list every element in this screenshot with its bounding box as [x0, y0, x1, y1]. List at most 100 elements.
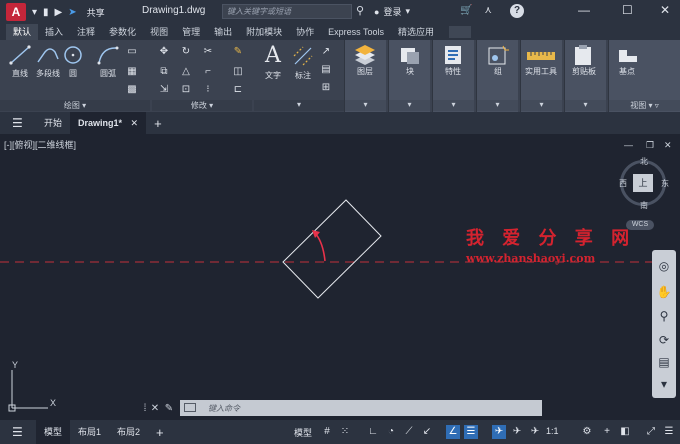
zoom-icon[interactable]: ⚲: [656, 308, 672, 324]
utilities-panel[interactable]: 实用工具 ▾: [520, 40, 562, 112]
snap-icon[interactable]: ⁙: [338, 425, 352, 439]
group-panel[interactable]: 组 ▾: [476, 40, 518, 112]
compass-east[interactable]: 东: [661, 178, 669, 189]
layers-tool[interactable]: 图层: [351, 44, 379, 77]
wcs-dropdown[interactable]: WCS: [626, 220, 654, 230]
navbar-settings-icon[interactable]: ▾: [656, 376, 672, 392]
tab-insert[interactable]: 插入: [38, 24, 70, 40]
workspace-gear-icon[interactable]: ⚙: [580, 425, 594, 439]
rotated-rectangle[interactable]: [282, 199, 382, 299]
scale-dropdown[interactable]: 1:1: [546, 426, 559, 436]
compass-west[interactable]: 西: [619, 178, 627, 189]
offset-icon[interactable]: ⊏: [232, 84, 244, 96]
circle-tool[interactable]: 圆: [61, 44, 85, 79]
group-dropdown[interactable]: ▾: [477, 100, 518, 111]
orbit-icon[interactable]: ⟳: [656, 332, 672, 348]
annotation-panel-label[interactable]: ▾: [254, 100, 344, 111]
group-tool[interactable]: 组: [485, 44, 511, 77]
scale-icon[interactable]: ⊡: [180, 84, 192, 96]
auto-scale-icon[interactable]: ✈: [510, 425, 524, 439]
search-icon[interactable]: ⚲: [356, 4, 368, 18]
minimize-icon[interactable]: —: [578, 3, 590, 17]
osnap-icon[interactable]: ∠: [446, 425, 460, 439]
properties-tool[interactable]: 特性: [440, 44, 466, 77]
stretch-icon[interactable]: ⇲: [158, 84, 170, 96]
table-icon[interactable]: ▤: [320, 64, 332, 76]
modify-panel-label[interactable]: 修改 ▾: [152, 100, 252, 111]
ortho-icon[interactable]: ∟: [366, 425, 380, 439]
hatch-icon[interactable]: ▦: [126, 66, 138, 78]
copy-icon[interactable]: ⧉: [158, 66, 170, 78]
tab-annotate[interactable]: 注释: [70, 24, 102, 40]
trim-icon[interactable]: ✂: [202, 46, 214, 58]
clipboard-tool[interactable]: 剪贴板: [569, 44, 599, 77]
share-button[interactable]: 共享: [87, 6, 105, 19]
explode-icon[interactable]: ◫: [232, 66, 244, 78]
isodraft-icon[interactable]: ⟋: [402, 425, 416, 439]
new-file-icon[interactable]: ▮: [43, 7, 49, 18]
close-tab-icon[interactable]: ✕: [131, 118, 139, 128]
arc-tool[interactable]: 圆弧: [91, 44, 125, 79]
customization-icon[interactable]: ☰: [662, 425, 676, 439]
text-tool[interactable]: A 文字: [256, 44, 290, 81]
fillet-icon[interactable]: ⌐: [202, 66, 214, 78]
tab-model[interactable]: 模型: [36, 420, 71, 444]
view-panel-label[interactable]: 视图 ▾ ▿: [609, 100, 680, 111]
grip-icon[interactable]: ⁞: [140, 403, 150, 414]
pan-icon[interactable]: ✋: [656, 284, 672, 300]
draw-panel-label[interactable]: 绘图 ▾: [0, 100, 150, 111]
showmotion-icon[interactable]: ▤: [656, 354, 672, 370]
search-input[interactable]: 键入关键字或短语: [222, 4, 352, 19]
new-tab-icon[interactable]: +: [146, 116, 170, 131]
markup-icon[interactable]: ⊞: [320, 82, 332, 94]
open-file-icon[interactable]: ▶: [55, 7, 63, 18]
erase-icon[interactable]: ✎: [232, 46, 244, 58]
osnap-tracking-icon[interactable]: ↙: [420, 425, 434, 439]
dimension-tool[interactable]: 标注: [286, 44, 320, 81]
annotation-visibility-icon[interactable]: ✈: [492, 425, 506, 439]
login-button[interactable]: ● 登录 ▾: [374, 5, 410, 18]
block-dropdown[interactable]: ▾: [389, 100, 430, 111]
tab-parametric[interactable]: 参数化: [102, 24, 143, 40]
add-layout-icon[interactable]: +: [148, 425, 172, 440]
maximize-icon[interactable]: ☐: [622, 3, 633, 17]
close-icon[interactable]: ✕: [660, 3, 670, 17]
tab-collaborate[interactable]: 协作: [289, 24, 321, 40]
steering-wheel-icon[interactable]: ◎: [656, 258, 672, 274]
app-logo[interactable]: A: [6, 3, 26, 21]
tab-express-tools[interactable]: Express Tools: [321, 24, 391, 40]
tab-start[interactable]: 开始: [36, 112, 70, 134]
block-tool[interactable]: 块: [397, 44, 423, 77]
clipboard-panel[interactable]: 剪贴板 ▾: [564, 40, 606, 112]
close-command-icon[interactable]: ✕: [150, 403, 160, 414]
clipboard-dropdown[interactable]: ▾: [565, 100, 606, 111]
mirror-icon[interactable]: △: [180, 66, 192, 78]
menu-dropdown-icon[interactable]: ▾: [32, 7, 37, 18]
compass-south[interactable]: 南: [640, 200, 648, 211]
drawing-canvas[interactable]: [-][俯视][二维线框] — ❐ ✕ Y X 我 爱 分 享 网 www.zh…: [0, 134, 680, 420]
properties-panel[interactable]: 特性 ▾: [432, 40, 474, 112]
lineweight-icon[interactable]: ☰: [464, 425, 478, 439]
block-panel[interactable]: 块 ▾: [388, 40, 430, 112]
array-icon[interactable]: ⁝: [202, 84, 214, 96]
properties-dropdown[interactable]: ▾: [433, 100, 474, 111]
command-prompt-icon[interactable]: [184, 403, 196, 412]
base-tool[interactable]: 基点: [615, 44, 639, 77]
tab-featured-apps[interactable]: 精选应用: [391, 24, 441, 40]
grid-icon[interactable]: #: [320, 425, 334, 439]
rectangle-icon[interactable]: ▭: [126, 46, 138, 58]
status-menu-icon[interactable]: ☰: [12, 425, 26, 439]
isolate-icon[interactable]: ◧: [618, 425, 632, 439]
tab-overflow[interactable]: [449, 26, 472, 38]
move-icon[interactable]: ✥: [158, 46, 170, 58]
gradient-icon[interactable]: ▩: [126, 84, 138, 96]
tab-drawing1[interactable]: Drawing1* ✕: [70, 112, 147, 134]
model-space-button[interactable]: 模型: [294, 426, 312, 439]
layers-dropdown[interactable]: ▾: [345, 100, 386, 111]
polar-icon[interactable]: ◔: [384, 425, 398, 439]
tab-layout1[interactable]: 布局1: [70, 420, 109, 444]
fullscreen-icon[interactable]: ⤢: [644, 425, 658, 439]
leader-icon[interactable]: ↗: [320, 46, 332, 58]
menu-icon[interactable]: ☰: [12, 116, 26, 130]
help-icon[interactable]: ?: [510, 4, 524, 18]
